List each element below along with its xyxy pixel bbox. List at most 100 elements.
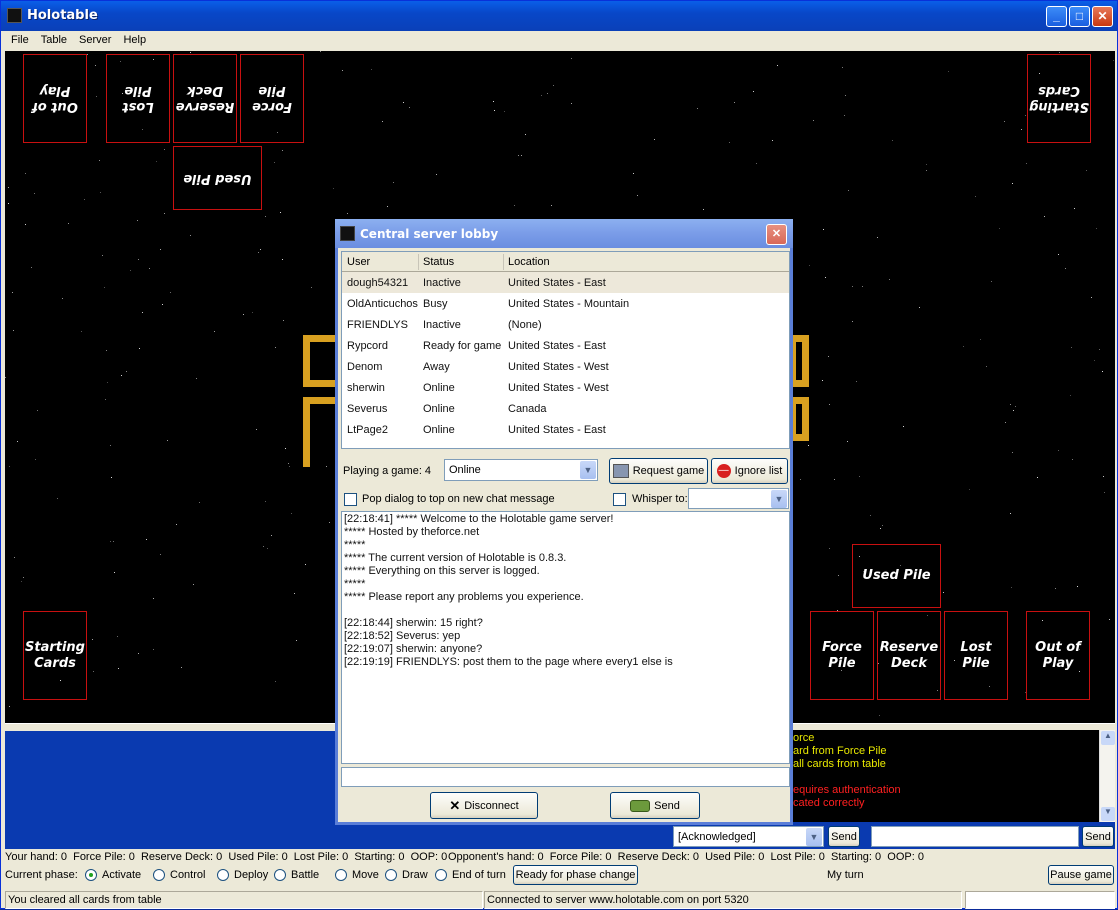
phase-label: End of turn <box>452 869 506 881</box>
table-row[interactable]: sherwin Online United States - West <box>342 377 789 398</box>
menu-server[interactable]: Server <box>73 31 117 46</box>
cell-location: United States - West <box>508 361 609 373</box>
table-row[interactable]: Denom Away United States - West <box>342 356 789 377</box>
pop-dialog-label: Pop dialog to top on new chat message <box>362 493 555 505</box>
chat-line <box>344 604 787 617</box>
minimize-button[interactable]: _ <box>1046 6 1067 27</box>
status-select[interactable]: Online ▼ <box>444 459 598 481</box>
ready-phase-button[interactable]: Ready for phase change <box>513 865 638 885</box>
opponent-out-of-play[interactable]: Out of Play <box>23 54 87 143</box>
header-location[interactable]: Location <box>508 256 550 268</box>
message-line: all cards from table <box>793 758 886 770</box>
table-row[interactable]: OldAnticuchos Busy United States - Mountai… <box>342 293 789 314</box>
acknowledge-select[interactable]: [Acknowledged] ▼ <box>673 826 824 847</box>
phase-radio-control[interactable] <box>153 869 165 881</box>
lobby-dialog: Central server lobby ✕ User Status Locat… <box>335 219 793 825</box>
lobby-close-button[interactable]: ✕ <box>766 224 787 245</box>
status-bar: You cleared all cards from table Connect… <box>5 891 1115 910</box>
request-game-button[interactable]: Request game <box>609 458 708 484</box>
my-out-of-play[interactable]: Out of Play <box>1026 611 1090 700</box>
opponent-reserve-deck[interactable]: Reserve Deck <box>173 54 237 143</box>
send-hand-icon <box>630 799 651 812</box>
table-row[interactable]: LtPage2 Online United States - East <box>342 419 789 440</box>
phase-radio-activate[interactable] <box>85 869 97 881</box>
opponent-starting-cards[interactable]: Starting Cards <box>1027 54 1091 143</box>
pop-dialog-checkbox[interactable] <box>344 493 357 506</box>
send-ack-button[interactable]: Send <box>828 826 860 847</box>
whisper-checkbox[interactable] <box>613 493 626 506</box>
opponent-counts: Opponent's hand: 0 Force Pile: 0 Reserve… <box>448 851 924 863</box>
lobby-title-bar: Central server lobby ✕ <box>335 219 793 248</box>
lobby-chat-log: [22:18:41] ***** Welcome to the Holotabl… <box>341 511 790 764</box>
my-reserve-deck[interactable]: Reserve Deck <box>877 611 941 700</box>
message-line: equires authentication <box>793 784 901 796</box>
cell-user: LtPage2 <box>347 424 388 436</box>
message-line: cated correctly <box>793 797 865 809</box>
holotable-window: Holotable _ □ ✕ File Table Server Help Out … <box>0 0 1118 909</box>
phase-radio-end-of-turn[interactable] <box>435 869 447 881</box>
send-button[interactable]: Send <box>610 792 700 819</box>
cell-status: Online <box>423 382 455 394</box>
chevron-down-icon: ▼ <box>806 828 822 846</box>
chat-line: [22:19:19] FRIENDLYS: post them to the p… <box>344 656 673 668</box>
message-line: ard from Force Pile <box>793 745 887 757</box>
phase-label: Draw <box>402 869 428 881</box>
cell-user: FRIENDLYS <box>347 319 408 331</box>
chat-line: [22:18:52] Severus: yep <box>344 630 461 642</box>
user-table-header: User Status Location <box>342 252 789 272</box>
app-icon <box>7 8 22 23</box>
game-chat-input[interactable] <box>871 826 1079 847</box>
cell-status: Away <box>423 361 450 373</box>
lobby-chat-input[interactable] <box>341 767 790 787</box>
cell-status: Online <box>423 424 455 436</box>
phase-label: Activate <box>102 869 142 881</box>
phase-label: Move <box>352 869 379 881</box>
disconnect-button[interactable]: ✕ Disconnect <box>430 792 538 819</box>
your-counts: Your hand: 0 Force Pile: 0 Reserve Deck:… <box>5 851 448 863</box>
maximize-button[interactable]: □ <box>1069 6 1090 27</box>
header-status[interactable]: Status <box>423 256 454 268</box>
chat-line: ***** Hosted by theforce.net <box>344 526 480 538</box>
my-lost-pile[interactable]: Lost Pile <box>944 611 1008 700</box>
phase-radio-battle[interactable] <box>274 869 286 881</box>
phase-radio-deploy[interactable] <box>217 869 229 881</box>
table-row[interactable]: Rypcord Ready for game United States - Eas… <box>342 335 789 356</box>
table-row[interactable]: Severus Online Canada <box>342 398 789 419</box>
chat-line: ***** The current version of Holotable i… <box>344 552 567 564</box>
table-row[interactable]: FRIENDLYS Inactive (None) <box>342 314 789 335</box>
menu-help[interactable]: Help <box>117 31 152 46</box>
chat-line: ***** Everything on this server is logge… <box>344 565 540 577</box>
send-chat-button[interactable]: Send <box>1082 826 1114 847</box>
phase-label: Control <box>170 869 206 881</box>
ignore-list-button[interactable]: — Ignore list <box>711 458 788 484</box>
opponent-used-pile[interactable]: Used Pile <box>173 146 262 210</box>
connection-status: Connected to server www.holotable.com on… <box>484 891 962 909</box>
cell-user: sherwin <box>347 382 385 394</box>
phase-radio-draw[interactable] <box>385 869 397 881</box>
menu-file[interactable]: File <box>5 31 35 46</box>
phase-radio-move[interactable] <box>335 869 347 881</box>
cell-status: Inactive <box>423 319 461 331</box>
my-used-pile[interactable]: Used Pile <box>852 544 941 608</box>
message-line <box>793 771 1099 784</box>
close-button[interactable]: ✕ <box>1092 6 1113 27</box>
menu-table[interactable]: Table <box>35 31 73 46</box>
my-starting-cards[interactable]: Starting Cards <box>23 611 87 700</box>
my-force-pile[interactable]: Force Pile <box>810 611 874 700</box>
whisper-select[interactable]: ▼ <box>688 488 789 509</box>
chat-line: ***** <box>344 539 366 551</box>
cell-location: United States - Mountain <box>508 298 630 310</box>
opponent-force-pile[interactable]: Force Pile <box>240 54 304 143</box>
opponent-lost-pile[interactable]: Lost Pile <box>106 54 170 143</box>
table-row[interactable]: dough54321 Inactive United States - East <box>342 272 789 293</box>
header-user[interactable]: User <box>347 256 370 268</box>
current-phase-label: Current phase: <box>5 869 78 881</box>
message-line: orce <box>793 732 815 744</box>
cell-location: United States - East <box>508 340 606 352</box>
phase-label: Deploy <box>234 869 269 881</box>
whisper-label: Whisper to: <box>632 493 688 505</box>
message-scrollbar[interactable]: ▲ ▼ <box>1099 730 1115 822</box>
pause-game-button[interactable]: Pause game <box>1048 865 1114 885</box>
no-entry-icon: — <box>716 464 731 478</box>
cell-status: Ready for game <box>423 340 502 352</box>
